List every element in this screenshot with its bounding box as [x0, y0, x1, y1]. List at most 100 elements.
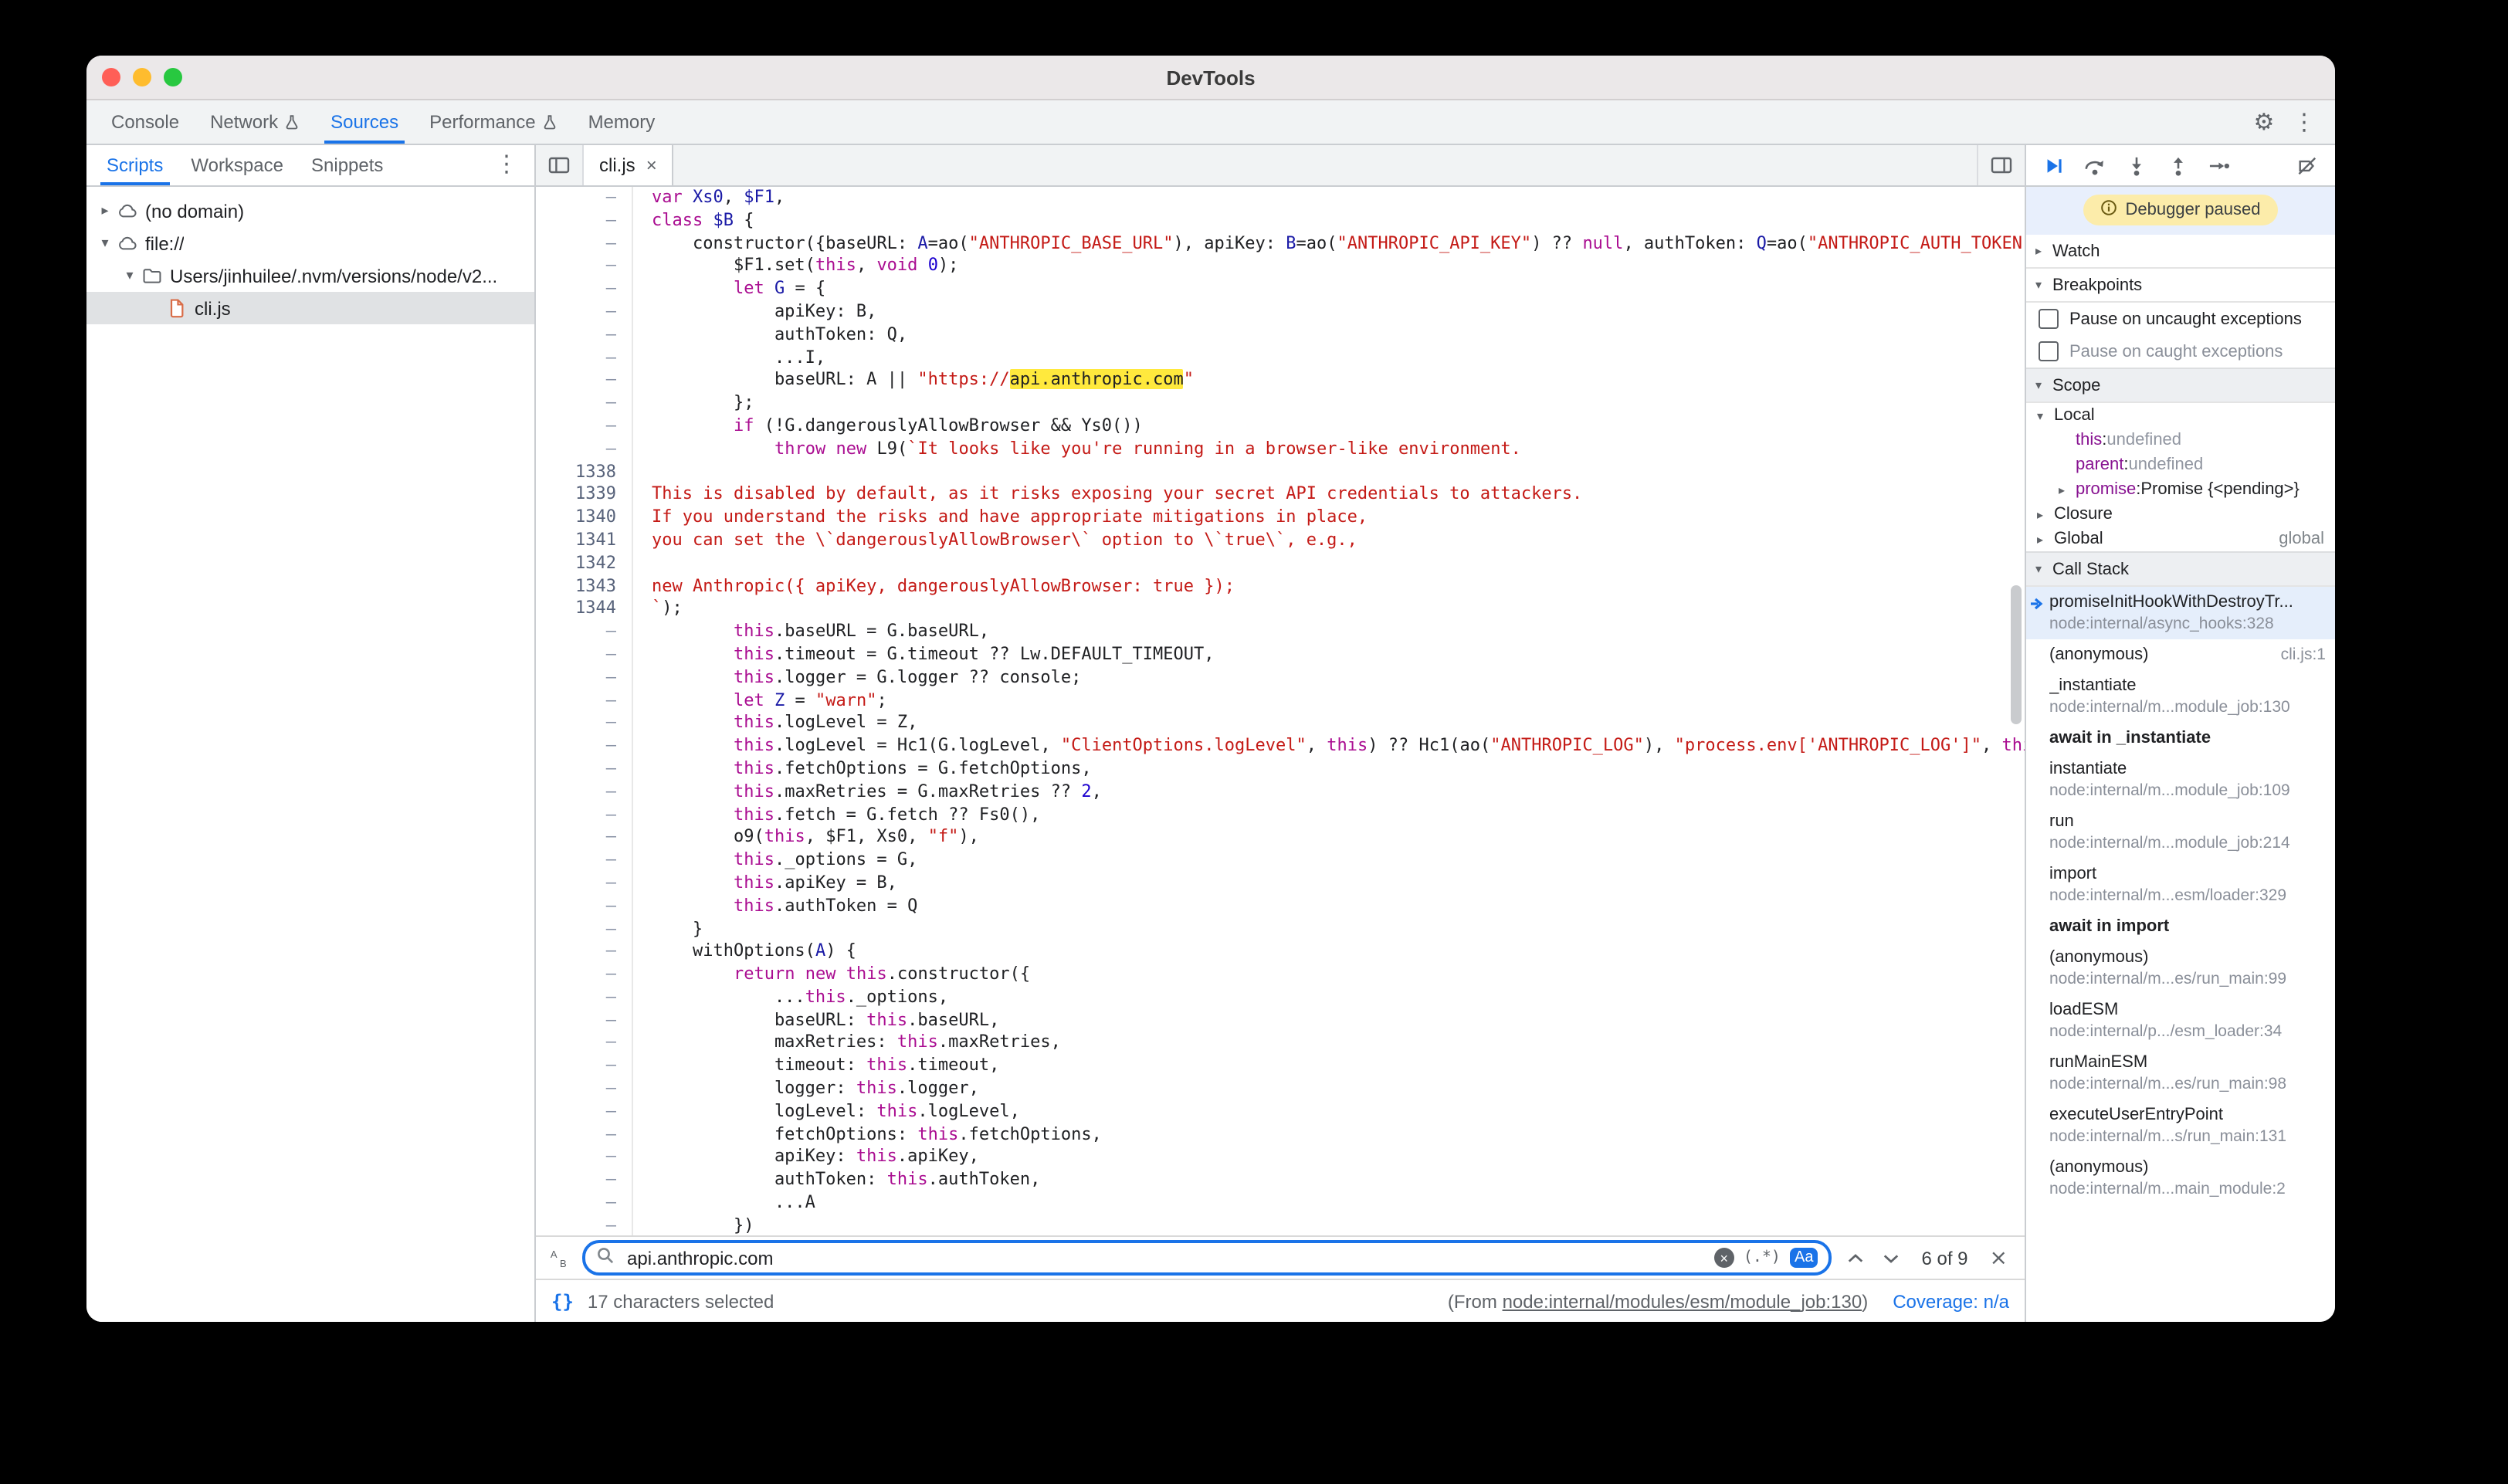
navigator-tab-workspace[interactable]: Workspace	[177, 145, 297, 185]
gutter-line-number[interactable]: 1342	[536, 553, 632, 576]
code-line-text[interactable]: authToken: this.authToken,	[632, 1170, 1040, 1193]
code-line-text[interactable]: maxRetries: this.maxRetries,	[632, 1032, 1061, 1055]
code-line-text[interactable]: logger: this.logger,	[632, 1078, 979, 1101]
gutter-line-number[interactable]: –	[536, 1009, 632, 1032]
checkbox-unchecked[interactable]	[2039, 309, 2059, 329]
gutter-line-number[interactable]: –	[536, 1170, 632, 1193]
code-line-text[interactable]: this.logLevel = Hc1(G.logLevel, "ClientO…	[632, 735, 2025, 758]
watch-section-header[interactable]: ▸ Watch	[2026, 235, 2335, 269]
next-match-chevron-icon[interactable]	[1879, 1252, 1903, 1264]
code-line-text[interactable]: this.baseURL = G.baseURL,	[632, 621, 989, 644]
gutter-line-number[interactable]: –	[536, 644, 632, 667]
code-line-text[interactable]: this.logger = G.logger ?? console;	[632, 666, 1081, 689]
callstack-frame[interactable]: (anonymous)cli.js:1	[2026, 639, 2335, 670]
code-line-text[interactable]: timeout: this.timeout,	[632, 1055, 999, 1079]
minimize-window-button[interactable]	[133, 68, 151, 86]
gutter-line-number[interactable]: –	[536, 666, 632, 689]
callstack-frame[interactable]: promiseInitHookWithDestroyTr...node:inte…	[2026, 587, 2335, 639]
code-line-text[interactable]	[632, 553, 652, 576]
scope-variable[interactable]: parent: undefined	[2026, 452, 2335, 477]
code-line-text[interactable]: ...this._options,	[632, 987, 948, 1010]
code-line-text[interactable]: class $B {	[632, 210, 754, 233]
gutter-line-number[interactable]: –	[536, 735, 632, 758]
code-line-text[interactable]: let Z = "warn";	[632, 689, 887, 713]
match-case-toggle-button[interactable]: Aa	[1790, 1248, 1818, 1268]
gutter-line-number[interactable]: –	[536, 256, 632, 279]
close-window-button[interactable]	[102, 68, 120, 86]
code-line-text[interactable]: you can set the \`dangerouslyAllowBrowse…	[632, 530, 1357, 553]
callstack-frame[interactable]: runMainESMnode:internal/m...es/run_main:…	[2026, 1047, 2335, 1099]
gutter-line-number[interactable]: –	[536, 849, 632, 872]
code-line-text[interactable]: apiKey: this.apiKey,	[632, 1147, 979, 1170]
tab-sources[interactable]: Sources	[315, 100, 414, 144]
callstack-frame[interactable]: instantiatenode:internal/m...module_job:…	[2026, 754, 2335, 806]
replace-toggle-icon[interactable]: AB	[550, 1248, 570, 1268]
code-line-text[interactable]: let G = {	[632, 278, 825, 301]
gutter-line-number[interactable]: –	[536, 689, 632, 713]
pretty-print-button[interactable]: {}	[551, 1290, 574, 1312]
toggle-debugger-sidebar-icon[interactable]	[1977, 145, 2025, 185]
scope-group-closure[interactable]: ▸Closure	[2026, 502, 2335, 527]
code-line-text[interactable]: this.logLevel = Z,	[632, 713, 917, 736]
scope-variable[interactable]: this: undefined	[2026, 428, 2335, 452]
tab-console[interactable]: Console	[96, 100, 195, 144]
gutter-line-number[interactable]: –	[536, 1032, 632, 1055]
source-origin-link[interactable]: node:internal/modules/esm/module_job:130	[1503, 1290, 1862, 1312]
gutter-line-number[interactable]: –	[536, 804, 632, 827]
code-line-text[interactable]: this.apiKey = B,	[632, 872, 897, 896]
code-line-text[interactable]: throw new L9(`It looks like you're runni…	[632, 439, 1521, 462]
code-line-text[interactable]: $F1.set(this, void 0);	[632, 256, 958, 279]
step-over-icon[interactable]	[2079, 150, 2110, 181]
code-line-text[interactable]: apiKey: B,	[632, 301, 876, 324]
gutter-line-number[interactable]: –	[536, 232, 632, 256]
close-tab-icon[interactable]: ×	[646, 156, 657, 174]
code-line-text[interactable]: this.fetch = G.fetch ?? Fs0(),	[632, 804, 1040, 827]
callstack-frame[interactable]: _instantiatenode:internal/m...module_job…	[2026, 670, 2335, 723]
resume-icon[interactable]	[2037, 150, 2068, 181]
coverage-link[interactable]: Coverage: n/a	[1893, 1290, 2009, 1312]
callstack-frame[interactable]: loadESMnode:internal/p.../esm_loader:34	[2026, 994, 2335, 1047]
code-line-text[interactable]: constructor({baseURL: A=ao("ANTHROPIC_BA…	[632, 232, 2025, 256]
code-line-text[interactable]: new Anthropic({ apiKey, dangerouslyAllow…	[632, 575, 1235, 598]
gutter-line-number[interactable]: 1344	[536, 598, 632, 622]
gutter-line-number[interactable]: –	[536, 895, 632, 918]
code-line-text[interactable]: this.authToken = Q	[632, 895, 917, 918]
tree-disclosure-icon[interactable]: ▾	[120, 268, 139, 283]
code-line-text[interactable]: withOptions(A) {	[632, 941, 856, 964]
breakpoint-option[interactable]: Pause on caught exceptions	[2026, 335, 2335, 368]
gutter-line-number[interactable]: –	[536, 918, 632, 941]
gutter-line-number[interactable]: –	[536, 1215, 632, 1235]
code-line-text[interactable]: `);	[632, 598, 683, 622]
breakpoint-option[interactable]: Pause on uncaught exceptions	[2026, 303, 2335, 335]
tree-item-users-jinhuilee-nvm-versions-node-v2[interactable]: ▾Users/jinhuilee/.nvm/versions/node/v2..…	[86, 259, 534, 292]
gutter-line-number[interactable]: –	[536, 713, 632, 736]
gutter-line-number[interactable]: –	[536, 827, 632, 850]
scrollbar-thumb[interactable]	[2011, 585, 2022, 724]
navigator-tab-scripts[interactable]: Scripts	[93, 145, 177, 185]
code-line-text[interactable]: authToken: Q,	[632, 324, 907, 347]
tree-disclosure-icon[interactable]: ▸	[96, 203, 114, 219]
code-line-text[interactable]: if (!G.dangerouslyAllowBrowser && Ys0())	[632, 415, 1143, 439]
gutter-line-number[interactable]: –	[536, 1101, 632, 1124]
gutter-line-number[interactable]: –	[536, 1078, 632, 1101]
code-area[interactable]: –var Xs0, $F1,–class $B {– constructor({…	[536, 187, 2025, 1235]
gutter-line-number[interactable]: 1338	[536, 461, 632, 484]
tree-item-no-domain[interactable]: ▸(no domain)	[86, 195, 534, 227]
gutter-line-number[interactable]: 1339	[536, 484, 632, 507]
gutter-line-number[interactable]: 1343	[536, 575, 632, 598]
scope-group-global[interactable]: ▸Globalglobal	[2026, 527, 2335, 551]
zoom-window-button[interactable]	[164, 68, 182, 86]
step-out-icon[interactable]	[2162, 150, 2193, 181]
code-line-text[interactable]: logLevel: this.logLevel,	[632, 1101, 1020, 1124]
code-line-text[interactable]: o9(this, $F1, Xs0, "f"),	[632, 827, 979, 850]
step-icon[interactable]	[2204, 150, 2235, 181]
deactivate-breakpoints-icon[interactable]	[2292, 150, 2323, 181]
gutter-line-number[interactable]: –	[536, 758, 632, 781]
gutter-line-number[interactable]: 1341	[536, 530, 632, 553]
navigator-tab-snippets[interactable]: Snippets	[297, 145, 397, 185]
scope-section-header[interactable]: ▾ Scope	[2026, 368, 2335, 403]
gutter-line-number[interactable]: –	[536, 187, 632, 210]
tab-performance[interactable]: Performance	[414, 100, 572, 144]
step-into-icon[interactable]	[2120, 150, 2151, 181]
code-line-text[interactable]: this.timeout = G.timeout ?? Lw.DEFAULT_T…	[632, 644, 1215, 667]
